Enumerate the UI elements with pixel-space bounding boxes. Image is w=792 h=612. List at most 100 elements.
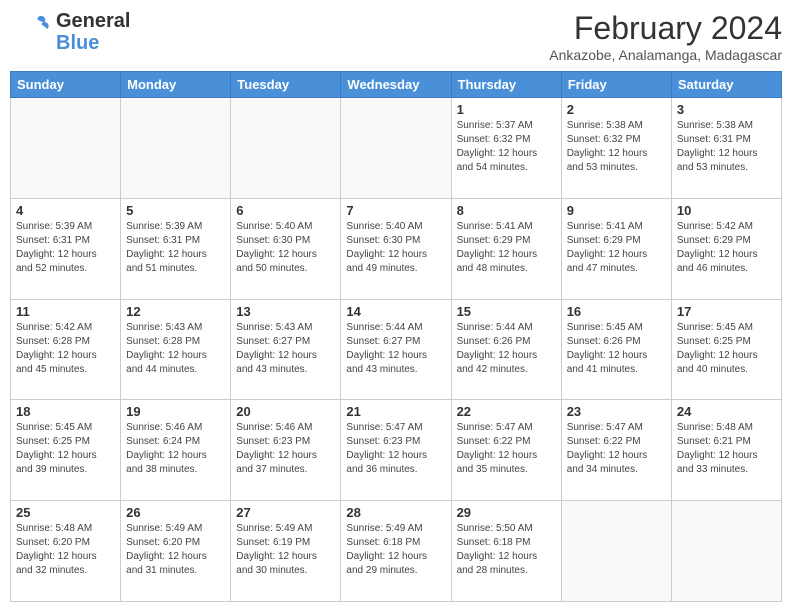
weekday-header-row: SundayMondayTuesdayWednesdayThursdayFrid… — [11, 72, 782, 98]
calendar-week-3: 11 Sunrise: 5:42 AM Sunset: 6:28 PM Dayli… — [11, 299, 782, 400]
calendar-cell: 22 Sunrise: 5:47 AM Sunset: 6:22 PM Dayli… — [451, 400, 561, 501]
day-info: Sunrise: 5:50 AM Sunset: 6:18 PM Dayligh… — [457, 523, 538, 576]
day-number: 17 — [677, 304, 776, 319]
calendar-cell: 13 Sunrise: 5:43 AM Sunset: 6:27 PM Dayli… — [231, 299, 341, 400]
calendar-week-2: 4 Sunrise: 5:39 AM Sunset: 6:31 PM Daylig… — [11, 198, 782, 299]
day-number: 10 — [677, 203, 776, 218]
day-number: 1 — [457, 102, 556, 117]
calendar-cell: 9 Sunrise: 5:41 AM Sunset: 6:29 PM Daylig… — [561, 198, 671, 299]
weekday-header-saturday: Saturday — [671, 72, 781, 98]
day-number: 11 — [16, 304, 115, 319]
calendar-cell: 21 Sunrise: 5:47 AM Sunset: 6:23 PM Dayli… — [341, 400, 451, 501]
calendar-cell: 15Sunrise: 5:44 AM Sunset: 6:26 PM Dayli… — [451, 299, 561, 400]
day-info: Sunrise: 5:43 AM Sunset: 6:27 PM Dayligh… — [236, 322, 317, 375]
weekday-header-thursday: Thursday — [451, 72, 561, 98]
day-number: 27 — [236, 505, 335, 520]
day-number: 13 — [236, 304, 335, 319]
weekday-header-wednesday: Wednesday — [341, 72, 451, 98]
day-number: 19 — [126, 404, 225, 419]
day-number: 22 — [457, 404, 556, 419]
calendar-cell: 24 Sunrise: 5:48 AM Sunset: 6:21 PM Dayli… — [671, 400, 781, 501]
day-number: 28 — [346, 505, 445, 520]
day-number: 9 — [567, 203, 666, 218]
day-info: Sunrise: 5:39 AM Sunset: 6:31 PM Dayligh… — [16, 221, 97, 274]
calendar-cell: 4 Sunrise: 5:39 AM Sunset: 6:31 PM Daylig… — [11, 198, 121, 299]
day-info: Sunrise: 5:43 AM Sunset: 6:28 PM Dayligh… — [126, 322, 207, 375]
day-number: 14 — [346, 304, 445, 319]
day-number: 6 — [236, 203, 335, 218]
day-info: Sunrise: 5:38 AM Sunset: 6:31 PM Dayligh… — [677, 120, 758, 173]
day-info: Sunrise: 5:41 AM Sunset: 6:29 PM Dayligh… — [567, 221, 648, 274]
calendar-cell — [341, 98, 451, 199]
calendar-cell: 17 Sunrise: 5:45 AM Sunset: 6:25 PM Dayli… — [671, 299, 781, 400]
calendar-cell: 3 Sunrise: 5:38 AM Sunset: 6:31 PM Daylig… — [671, 98, 781, 199]
weekday-header-sunday: Sunday — [11, 72, 121, 98]
title-area: February 2024 Ankazobe, Analamanga, Mada… — [549, 10, 782, 63]
calendar-cell: 8 Sunrise: 5:41 AM Sunset: 6:29 PM Daylig… — [451, 198, 561, 299]
day-info: Sunrise: 5:47 AM Sunset: 6:23 PM Dayligh… — [346, 422, 427, 475]
calendar-cell — [561, 501, 671, 602]
day-info: Sunrise: 5:48 AM Sunset: 6:21 PM Dayligh… — [677, 422, 758, 475]
day-info: Sunrise: 5:40 AM Sunset: 6:30 PM Dayligh… — [236, 221, 317, 274]
day-info: Sunrise: 5:44 AM Sunset: 6:26 PM Dayligh… — [457, 322, 538, 375]
subtitle: Ankazobe, Analamanga, Madagascar — [549, 47, 782, 63]
calendar-cell: 11 Sunrise: 5:42 AM Sunset: 6:28 PM Dayli… — [11, 299, 121, 400]
calendar-cell: 29Sunrise: 5:50 AM Sunset: 6:18 PM Dayli… — [451, 501, 561, 602]
calendar-week-4: 18 Sunrise: 5:45 AM Sunset: 6:25 PM Dayli… — [11, 400, 782, 501]
day-number: 23 — [567, 404, 666, 419]
day-info: Sunrise: 5:42 AM Sunset: 6:28 PM Dayligh… — [16, 322, 97, 375]
day-info: Sunrise: 5:47 AM Sunset: 6:22 PM Dayligh… — [457, 422, 538, 475]
day-number: 8 — [457, 203, 556, 218]
header: General Blue February 2024 Ankazobe, Ana… — [10, 10, 782, 63]
day-info: Sunrise: 5:44 AM Sunset: 6:27 PM Dayligh… — [346, 322, 427, 375]
day-info: Sunrise: 5:49 AM Sunset: 6:20 PM Dayligh… — [126, 523, 207, 576]
calendar-table: SundayMondayTuesdayWednesdayThursdayFrid… — [10, 71, 782, 602]
page: General Blue February 2024 Ankazobe, Ana… — [0, 0, 792, 612]
weekday-header-friday: Friday — [561, 72, 671, 98]
calendar-cell: 6 Sunrise: 5:40 AM Sunset: 6:30 PM Daylig… — [231, 198, 341, 299]
weekday-header-tuesday: Tuesday — [231, 72, 341, 98]
day-number: 26 — [126, 505, 225, 520]
day-number: 3 — [677, 102, 776, 117]
day-info: Sunrise: 5:45 AM Sunset: 6:25 PM Dayligh… — [677, 322, 758, 375]
day-number: 5 — [126, 203, 225, 218]
calendar-cell: 12 Sunrise: 5:43 AM Sunset: 6:28 PM Dayli… — [121, 299, 231, 400]
calendar-cell: 28 Sunrise: 5:49 AM Sunset: 6:18 PM Dayli… — [341, 501, 451, 602]
calendar-cell: 14 Sunrise: 5:44 AM Sunset: 6:27 PM Dayli… — [341, 299, 451, 400]
day-info: Sunrise: 5:39 AM Sunset: 6:31 PM Dayligh… — [126, 221, 207, 274]
calendar-body: 1Sunrise: 5:37 AM Sunset: 6:32 PM Daylig… — [11, 98, 782, 602]
calendar-cell — [671, 501, 781, 602]
day-info: Sunrise: 5:45 AM Sunset: 6:25 PM Dayligh… — [16, 422, 97, 475]
day-info: Sunrise: 5:46 AM Sunset: 6:24 PM Dayligh… — [126, 422, 207, 475]
day-info: Sunrise: 5:47 AM Sunset: 6:22 PM Dayligh… — [567, 422, 648, 475]
day-info: Sunrise: 5:48 AM Sunset: 6:20 PM Dayligh… — [16, 523, 97, 576]
day-number: 24 — [677, 404, 776, 419]
weekday-header-monday: Monday — [121, 72, 231, 98]
calendar-cell: 2Sunrise: 5:38 AM Sunset: 6:32 PM Daylig… — [561, 98, 671, 199]
day-number: 20 — [236, 404, 335, 419]
calendar-header: SundayMondayTuesdayWednesdayThursdayFrid… — [11, 72, 782, 98]
day-number: 12 — [126, 304, 225, 319]
day-info: Sunrise: 5:49 AM Sunset: 6:18 PM Dayligh… — [346, 523, 427, 576]
calendar-cell: 16 Sunrise: 5:45 AM Sunset: 6:26 PM Dayli… — [561, 299, 671, 400]
calendar-cell: 7Sunrise: 5:40 AM Sunset: 6:30 PM Daylig… — [341, 198, 451, 299]
day-info: Sunrise: 5:38 AM Sunset: 6:32 PM Dayligh… — [567, 120, 648, 173]
day-number: 7 — [346, 203, 445, 218]
day-number: 4 — [16, 203, 115, 218]
day-info: Sunrise: 5:42 AM Sunset: 6:29 PM Dayligh… — [677, 221, 758, 274]
calendar-cell: 10 Sunrise: 5:42 AM Sunset: 6:29 PM Dayli… — [671, 198, 781, 299]
calendar-cell — [121, 98, 231, 199]
day-number: 18 — [16, 404, 115, 419]
calendar-cell: 20 Sunrise: 5:46 AM Sunset: 6:23 PM Dayli… — [231, 400, 341, 501]
day-number: 16 — [567, 304, 666, 319]
day-number: 21 — [346, 404, 445, 419]
day-info: Sunrise: 5:49 AM Sunset: 6:19 PM Dayligh… — [236, 523, 317, 576]
calendar-cell: 5 Sunrise: 5:39 AM Sunset: 6:31 PM Daylig… — [121, 198, 231, 299]
day-info: Sunrise: 5:46 AM Sunset: 6:23 PM Dayligh… — [236, 422, 317, 475]
day-info: Sunrise: 5:41 AM Sunset: 6:29 PM Dayligh… — [457, 221, 538, 274]
calendar-cell: 23 Sunrise: 5:47 AM Sunset: 6:22 PM Dayli… — [561, 400, 671, 501]
day-info: Sunrise: 5:45 AM Sunset: 6:26 PM Dayligh… — [567, 322, 648, 375]
logo-svg-icon — [10, 11, 52, 53]
logo-general-text: General — [56, 10, 130, 32]
calendar-cell: 26 Sunrise: 5:49 AM Sunset: 6:20 PM Dayli… — [121, 501, 231, 602]
